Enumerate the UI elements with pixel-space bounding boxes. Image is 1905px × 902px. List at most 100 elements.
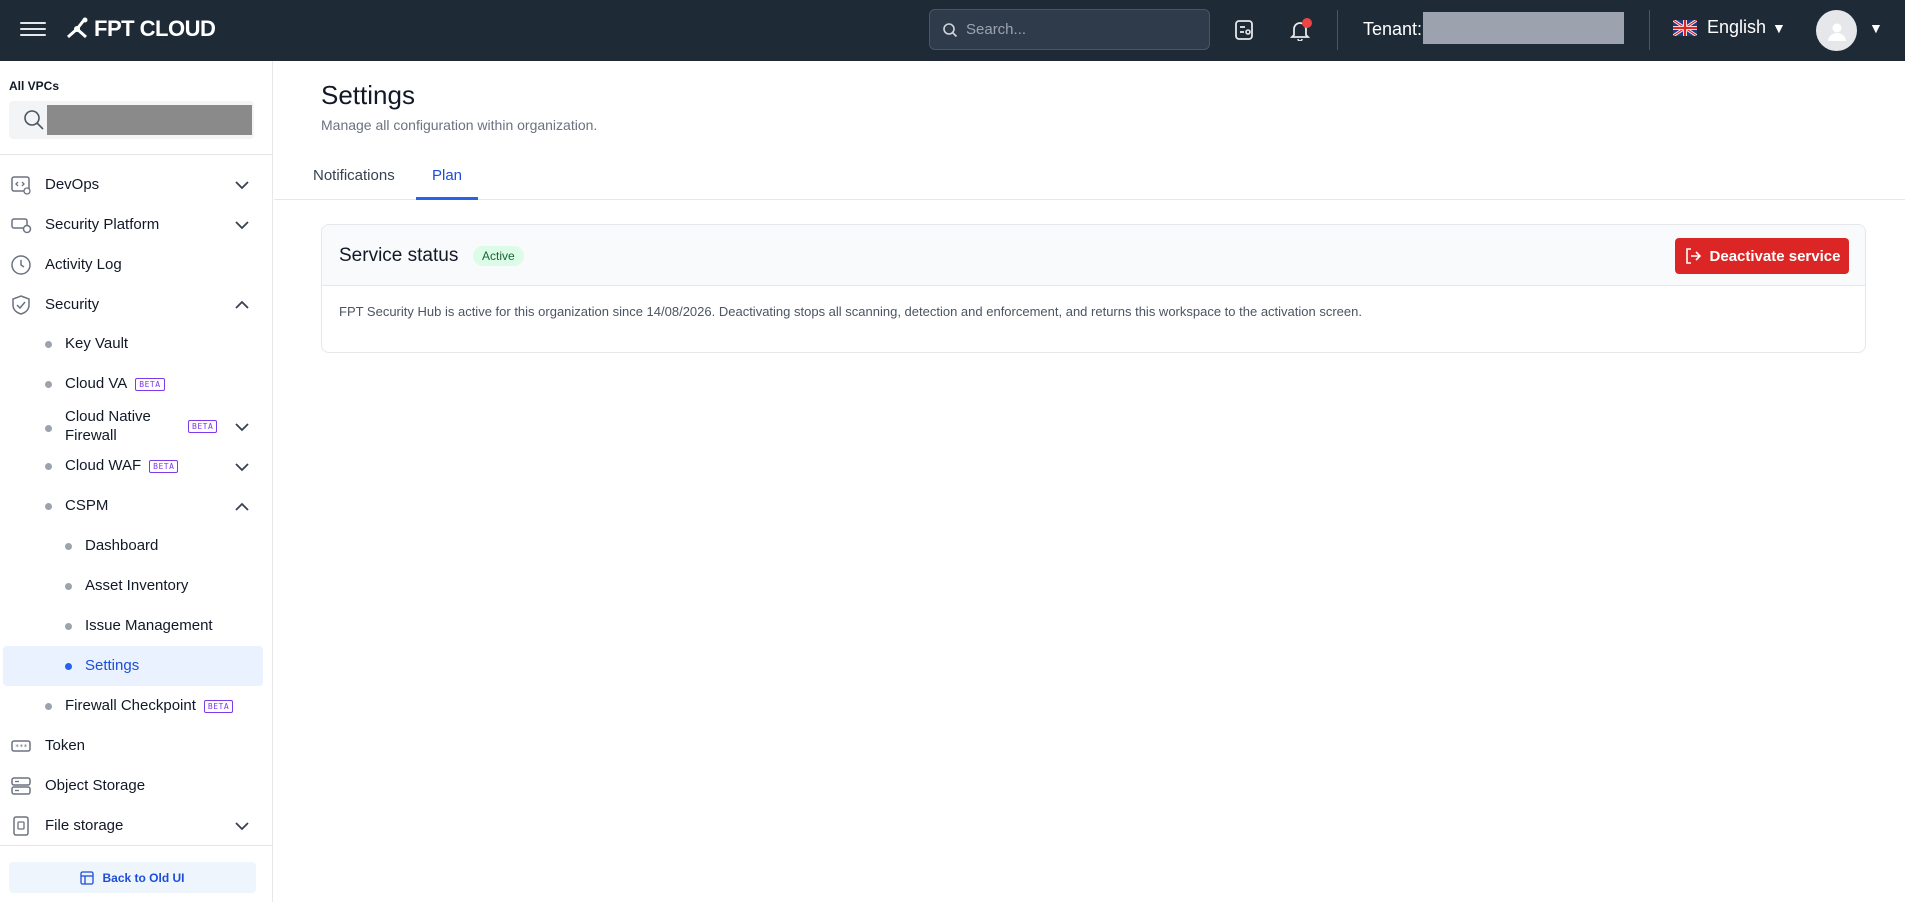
sidebar-item-label: Dashboard [85,537,159,554]
sidebar-item-label: Security Platform [45,215,160,233]
sidebar-item-label: Activity Log [45,255,122,273]
sidebar-item-label-wrap: Cloud VA BETA [65,375,165,392]
brand-name: FPT CLOUD [94,16,216,41]
sidebar-item-label: CSPM [65,497,109,514]
chevron-down-icon[interactable] [234,818,250,834]
bullet-icon [45,341,52,348]
beta-badge: BETA [203,699,234,713]
brand-logo[interactable]: FPT CLOUD [64,16,216,42]
topbar-divider [1337,10,1338,50]
chevron-up-icon[interactable] [234,297,250,313]
page-subtitle: Manage all configuration within organiza… [321,117,598,133]
chevron-down-icon[interactable] [234,459,250,475]
tab-plan[interactable]: Plan [416,160,479,200]
sidebar-item-label: Object Storage [45,776,146,794]
tasks-icon[interactable] [1230,16,1258,44]
status-badge: Active [473,246,524,266]
language-selector[interactable]: English ▼ [1673,17,1786,38]
devops-icon [11,176,31,195]
global-search[interactable] [929,9,1210,50]
sidebar-item-label: DevOps [45,175,100,193]
sidebar-item-label-wrap: Cloud Native Firewall [65,407,151,445]
sidebar-item-label: Cloud Native [65,408,151,425]
sidebar-divider [0,154,273,155]
sidebar-item-key-vault[interactable]: Key Vault [0,324,273,364]
logout-icon [1685,248,1701,264]
bullet-icon [45,381,52,388]
language-label: English [1707,17,1767,37]
top-bar: FPT CLOUD Tenant: English ▼ ▼ [0,0,1905,61]
search-input[interactable] [966,21,1186,38]
bullet-icon [45,703,52,710]
logo-mark-icon [67,17,88,39]
sidebar-item-issue-management[interactable]: Issue Management [0,606,273,646]
storage-icon [11,777,31,795]
sidebar-item-label-line2: Firewall [65,427,117,444]
sidebar-item-object-storage[interactable]: Object Storage [0,765,273,805]
page-title: Settings [321,80,415,110]
caret-down-icon[interactable]: ▼ [1869,20,1883,36]
bullet-icon [65,583,72,590]
tab-notifications[interactable]: Notifications [313,160,395,200]
sidebar-item-label: Key Vault [65,335,129,352]
deactivate-service-label: Deactivate service [1709,247,1841,265]
bullet-icon [65,623,72,630]
service-description: FPT Security Hub is active for this orga… [339,304,1362,319]
sidebar-item-firewall-checkpoint[interactable]: Firewall Checkpoint BETA [0,686,273,726]
bullet-icon [45,503,52,510]
sidebar-item-security-platform[interactable]: Security Platform [0,204,273,244]
sidebar-item-cloud-va[interactable]: Cloud VA BETA [0,364,273,404]
sidebar-item-asset-inventory[interactable]: Asset Inventory [0,566,273,606]
token-icon: *** [11,740,31,752]
sidebar-item-label: Token [45,736,86,754]
sidebar-item-label: Cloud WAF [65,457,142,474]
sidebar-divider [0,845,273,846]
sidebar-item-label: Security [45,295,100,313]
chevron-down-icon[interactable] [234,217,250,233]
sidebar-item-file-storage[interactable]: File storage [0,805,273,845]
chevron-up-icon[interactable] [234,499,250,515]
sidebar-item-dashboard[interactable]: Dashboard [0,526,273,566]
sidebar-item-activity-log[interactable]: Activity Log [0,244,273,284]
sidebar-item-cloud-waf[interactable]: Cloud WAF BETA [0,446,273,486]
uk-flag-icon [1673,19,1697,36]
sidebar-item-token[interactable]: *** Token [0,725,273,765]
clock-icon [11,255,31,275]
chevron-down-icon[interactable] [234,177,250,193]
tenant-selector[interactable] [1423,12,1624,44]
sidebar-item-label-wrap: Firewall Checkpoint BETA [65,697,234,714]
sidebar-item-cloud-native-firewall[interactable]: Cloud Native Firewall BETA [0,404,273,447]
caret-down-icon: ▼ [1772,19,1786,36]
bullet-icon [45,425,52,432]
back-to-old-ui-button[interactable]: Back to Old UI [9,862,256,893]
settings-tabs: Notifications Plan [274,160,1905,200]
card-header: Service status Active Deactivate service [322,225,1865,286]
notification-dot [1302,18,1312,28]
vpc-search[interactable] [9,101,254,139]
sidebar-item-label: Asset Inventory [85,577,189,594]
sidebar-item-security[interactable]: Security [0,284,273,324]
card-title: Service status [339,245,459,266]
sidebar-item-label: File storage [45,816,124,834]
sidebar-item-settings[interactable]: Settings [3,646,263,686]
sidebar-item-label: Firewall Checkpoint [65,697,196,714]
sidebar-item-cspm[interactable]: CSPM [0,486,273,526]
bullet-icon [65,663,72,670]
shield-icon [12,295,30,315]
sidebar-item-devops[interactable]: DevOps [0,164,273,204]
sidebar-item-label-wrap: Cloud WAF BETA [65,457,179,474]
back-to-old-ui-label: Back to Old UI [102,870,185,885]
beta-badge: BETA [188,420,218,433]
user-icon [1827,23,1846,41]
deactivate-service-button[interactable]: Deactivate service [1675,238,1849,274]
avatar[interactable] [1816,10,1857,51]
chevron-down-icon[interactable] [234,419,250,435]
bell-icon[interactable] [1286,16,1314,44]
menu-icon[interactable] [20,18,46,40]
vpc-search-input[interactable] [47,105,252,135]
layout-icon [80,870,95,885]
tenant-label: Tenant: [1363,19,1423,39]
bullet-icon [65,543,72,550]
search-icon [24,110,44,130]
security-platform-icon [11,218,32,234]
